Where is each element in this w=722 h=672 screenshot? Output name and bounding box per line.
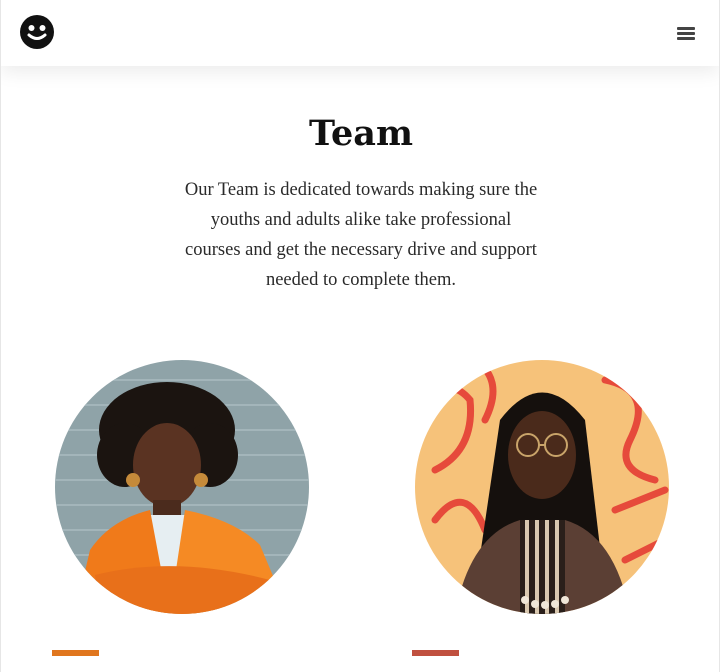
hamburger-menu-icon[interactable] <box>675 23 697 41</box>
site-header <box>1 0 719 66</box>
smiley-logo-icon[interactable] <box>20 15 54 49</box>
menu-line <box>677 32 695 35</box>
team-member-photo <box>415 360 669 614</box>
menu-line <box>677 37 695 40</box>
member-accent-bar <box>412 650 459 656</box>
team-member-photo <box>55 360 309 614</box>
member-accent-bar <box>52 650 99 656</box>
menu-line <box>677 27 695 30</box>
section-intro: Our Team is dedicated towards making sur… <box>184 180 538 290</box>
page: Team Our Team is dedicated towards makin… <box>0 0 720 672</box>
section-title: Team <box>308 113 413 154</box>
